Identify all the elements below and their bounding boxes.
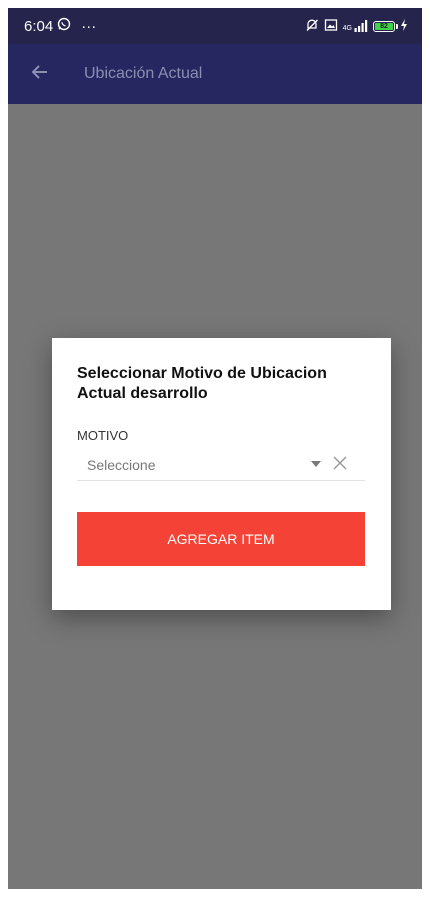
whatsapp-icon (57, 17, 71, 35)
arrow-left-icon (31, 63, 49, 86)
motivo-select[interactable]: Seleccione (77, 450, 365, 481)
back-button[interactable] (20, 54, 60, 94)
charging-icon (400, 18, 408, 34)
signal-icon: 4G (343, 20, 368, 32)
more-notifications-icon: ··· (81, 17, 97, 35)
dialog-title: Seleccionar Motivo de Ubicacion Actual d… (77, 365, 327, 402)
status-right: 4G 82 (305, 8, 408, 44)
status-time: 6:04 (24, 17, 54, 35)
status-left: 6:04 ··· (24, 8, 96, 44)
motivo-label: MOTIVO (77, 428, 129, 443)
image-icon (324, 18, 338, 35)
battery-level: 82 (380, 22, 388, 30)
motivo-select-value: Seleccione (87, 457, 156, 473)
network-label: 4G (342, 25, 352, 32)
page-title: Ubicación Actual (84, 65, 203, 82)
caret-down-icon[interactable] (311, 461, 321, 467)
mute-icon (305, 18, 319, 35)
motivo-dialog: Seleccionar Motivo de Ubicacion Actual d… (52, 338, 391, 610)
status-bar: 6:04 ··· 4G 82 (8, 8, 422, 44)
add-item-button[interactable]: AGREGAR ITEM (77, 512, 365, 566)
battery-icon: 82 (373, 20, 398, 32)
close-icon[interactable] (329, 452, 351, 474)
phone-screen: 6:04 ··· 4G 82 Ubicación Actual Seleccio… (8, 8, 422, 889)
app-bar: Ubicación Actual (8, 44, 422, 104)
